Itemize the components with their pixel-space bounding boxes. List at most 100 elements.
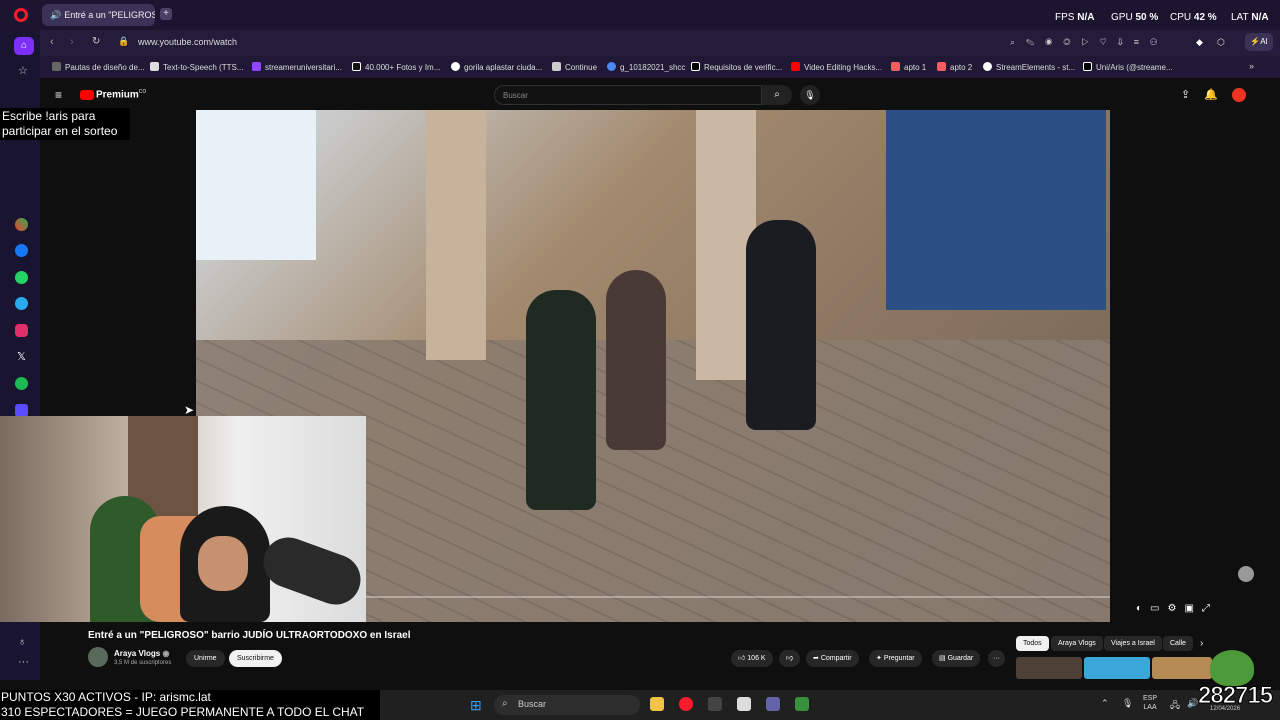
network-icon[interactable]: 🖧: [1170, 698, 1180, 714]
save-playlist-icon: ▤: [939, 655, 946, 662]
instagram-icon[interactable]: [15, 324, 28, 337]
x-twitter-icon[interactable]: 𝕏: [17, 350, 26, 363]
ai-button[interactable]: ⚡AI: [1245, 33, 1273, 51]
settings-gear-icon[interactable]: ⚙: [1168, 603, 1185, 614]
fps-value: N/A: [1077, 12, 1095, 23]
bookmark-item[interactable]: gorila aplastar ciuda...: [451, 62, 542, 72]
ask-button[interactable]: ✦ Preguntar: [869, 650, 922, 667]
bookmarks-overflow-icon[interactable]: »: [1249, 61, 1254, 71]
taskbar-search[interactable]: ⌕ Buscar: [494, 695, 640, 715]
search-icon[interactable]: ⌕: [762, 85, 792, 105]
volume-icon[interactable]: 🔊: [1187, 698, 1198, 709]
telegram-icon[interactable]: [15, 297, 28, 310]
channel-name-text: Araya Vlogs: [114, 649, 161, 658]
bookmark-label: Video Editing Hacks...: [804, 63, 883, 72]
recommended-thumbnail[interactable]: [1084, 657, 1150, 679]
opera-taskbar-icon[interactable]: [679, 697, 693, 711]
autoplay-toggle-icon[interactable]: ◐: [1136, 603, 1150, 614]
join-button[interactable]: Unirme: [186, 650, 225, 667]
recommended-thumbnail[interactable]: [1152, 657, 1212, 679]
extension-diamond-icon[interactable]: ◆: [1196, 37, 1203, 48]
bookmark-label: apto 2: [950, 63, 973, 72]
channel-avatar[interactable]: [88, 647, 108, 667]
bookmark-item[interactable]: streameruniversitari...: [252, 62, 342, 72]
more-actions-button[interactable]: ···: [988, 650, 1005, 667]
scroll-to-top-icon[interactable]: [1238, 566, 1254, 582]
subscribe-button[interactable]: Suscribirme: [229, 650, 282, 667]
tray-mic-icon[interactable]: 🎙: [1122, 698, 1133, 709]
save-label: Guardar: [947, 655, 974, 662]
upload-icon[interactable]: ⇪: [1181, 88, 1190, 101]
url-field[interactable]: www.youtube.com/watch: [138, 37, 237, 47]
miniplayer-icon[interactable]: ▣: [1184, 603, 1201, 614]
video-progress-bar[interactable]: [366, 596, 1110, 598]
taskbar-app-icon[interactable]: [708, 697, 722, 711]
bookmark-item[interactable]: 40.000+ Fotos y Im...: [352, 62, 440, 72]
forward-icon[interactable]: ›: [70, 36, 74, 48]
bookmark-label: gorila aplastar ciuda...: [464, 63, 543, 72]
hamburger-menu-icon[interactable]: ≡: [55, 88, 62, 102]
whatsapp-icon[interactable]: [15, 271, 28, 284]
like-count: 106 K: [747, 655, 766, 662]
new-tab-button[interactable]: +: [160, 8, 172, 20]
bookmark-label: StreamElements - st...: [996, 63, 1076, 72]
address-toolbar-icons[interactable]: ⌕✎◉◎▷♡⇩≡⚇: [1010, 37, 1168, 48]
more-icon[interactable]: ···: [18, 656, 29, 668]
channel-name[interactable]: Araya Vlogs ◉: [114, 649, 169, 658]
tray-chevron-icon[interactable]: ⌃: [1101, 698, 1109, 709]
audio-playing-icon[interactable]: 🔊: [50, 10, 61, 20]
share-button[interactable]: ➦ Compartir: [806, 650, 859, 667]
like-button[interactable]: 👍︎ 106 K: [731, 650, 773, 667]
reload-icon[interactable]: ↻: [92, 36, 100, 47]
chip-all[interactable]: Todos: [1016, 636, 1049, 651]
chip-israel[interactable]: Viajes a Israel: [1104, 636, 1162, 651]
teams-icon[interactable]: [766, 697, 780, 711]
account-avatar[interactable]: [1232, 88, 1246, 102]
apps-icon[interactable]: [15, 218, 28, 231]
chip-channel[interactable]: Araya Vlogs: [1051, 636, 1103, 651]
dislike-button[interactable]: 👎︎: [779, 650, 801, 667]
active-tab[interactable]: 🔊 Entré a un "PELIGROS: [42, 4, 155, 26]
fullscreen-icon[interactable]: ⤢: [1202, 603, 1218, 614]
lightbulb-icon[interactable]: ♁: [18, 636, 26, 648]
pinboard-icon[interactable]: ☆: [18, 64, 28, 77]
bookmark-item[interactable]: apto 1: [891, 62, 926, 72]
bookmark-item[interactable]: Continue: [552, 62, 597, 72]
file-explorer-icon[interactable]: [650, 697, 664, 711]
bookmark-label: Uni/Aris (@streame...: [1096, 63, 1173, 72]
subtitles-icon[interactable]: ▭: [1150, 603, 1167, 614]
spotify-icon[interactable]: [15, 377, 28, 390]
chip-calle[interactable]: Calle: [1163, 636, 1193, 651]
logo-text: Premium: [96, 89, 139, 101]
youtube-logo-icon[interactable]: [80, 90, 94, 100]
bookmark-item[interactable]: Video Editing Hacks...: [791, 62, 882, 72]
store-icon[interactable]: [795, 697, 809, 711]
video-frame-child: [526, 290, 596, 510]
bookmark-item[interactable]: apto 2: [937, 62, 972, 72]
player-controls[interactable]: ◐▭⚙▣⤢: [1136, 603, 1218, 614]
bookmark-item[interactable]: Text-to-Speech (TTS...: [150, 62, 243, 72]
search-input[interactable]: Buscar: [494, 85, 762, 105]
tab-title: Entré a un "PELIGROS: [64, 10, 155, 20]
bookmark-item[interactable]: g_10182021_shcc: [607, 62, 685, 72]
lat-stat: LAT N/A: [1231, 12, 1269, 23]
bookmark-item[interactable]: Uni/Aris (@streame...: [1083, 62, 1173, 72]
back-icon[interactable]: ‹: [50, 36, 54, 48]
microphone-icon[interactable]: 🎙: [800, 85, 820, 105]
notifications-bell-icon[interactable]: 🔔: [1204, 88, 1218, 101]
bookmark-item[interactable]: Pautas de diseño de...: [52, 62, 145, 72]
home-icon[interactable]: ⌂: [14, 37, 34, 55]
windows-start-icon[interactable]: ⊞: [470, 697, 482, 714]
notepad-icon[interactable]: [737, 697, 751, 711]
viewers-line: 310 ESPECTADORES = JUEGO PERMANENTE A TO…: [1, 705, 365, 719]
opera-logo-icon[interactable]: [14, 8, 28, 22]
language-indicator[interactable]: ESP LAA: [1143, 694, 1157, 712]
bookmark-item[interactable]: Requisitos de verific...: [691, 62, 782, 72]
save-button[interactable]: ▤ Guardar: [932, 650, 981, 667]
chips-next-icon[interactable]: ›: [1200, 638, 1203, 649]
extension-cube-icon[interactable]: ⬡: [1217, 37, 1225, 48]
bookmark-item[interactable]: StreamElements - st...: [983, 62, 1075, 72]
messenger-icon[interactable]: [15, 244, 28, 257]
youtube-premium-logo[interactable]: PremiumCO: [96, 89, 146, 100]
recommended-thumbnail[interactable]: [1016, 657, 1082, 679]
